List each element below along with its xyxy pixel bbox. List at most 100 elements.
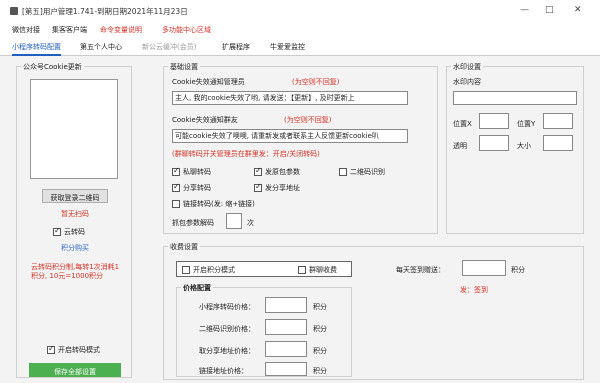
maximize-button[interactable]: □ [545,5,554,15]
cookie-friend-input[interactable]: 可能cookie失效了噢噢, 请重新发或者联系主人反馈更新cookie叭 [172,129,408,143]
watermark-group-label: 水印设置 [451,62,483,72]
tab-monitor[interactable]: 牛爱爱监控 [270,42,305,52]
sign-hint: 发：签到 [460,286,488,294]
cookie-group-label: 公众号Cookie更新 [21,62,84,72]
enable-mode-label: 开启转码模式 [58,346,100,354]
fee-group-label: 收费设置 [168,242,200,252]
daily-sign-unit: 积分 [511,266,525,274]
checkbox-icon [47,344,55,354]
cookie-update-group: 公众号Cookie更新 获取登录二维码 暂无扫码 云转码 积分购买 云转码积分制… [16,62,132,378]
group-switch-note: (群聊转码开关管理员在群里发：开启/关闭转码) [172,150,320,158]
scan-status: 暂无扫码 [61,210,89,218]
price-input-mini[interactable] [265,297,307,313]
decode-count-input[interactable] [226,213,242,229]
pos-y-input[interactable] [543,113,573,129]
menu-bar: 微信对接 集客客户端 命令变量说明 多功能中心区域 [0,22,600,38]
pos-y-label: 位置Y [517,120,536,128]
private-convert-checkbox[interactable]: 私聊转码 [172,166,211,177]
send-share-address-label: 发分享地址 [265,184,300,192]
group-fee-checkbox[interactable]: 群聊收费 [298,265,337,275]
daily-sign-input[interactable] [462,260,506,276]
qr-code-area [30,79,118,179]
decode-label: 抓包参数解码 [172,219,214,227]
tab-mini-program[interactable]: 小程序转码配置 [12,42,61,56]
menu-item-client[interactable]: 集客客户端 [52,25,87,35]
share-convert-checkbox[interactable]: 分享转码 [172,182,211,193]
send-share-address-checkbox[interactable]: 发分享地址 [254,182,300,193]
save-all-button[interactable]: 保存全部设置 [29,363,121,377]
private-convert-label: 私聊转码 [183,168,211,176]
price-config-label: 价格配置 [181,283,213,293]
cloud-convert-checkbox[interactable]: 云转码 [53,226,85,237]
checkbox-icon [53,226,61,236]
link-convert-label: 链接转码(发: 缩+链接) [183,200,255,208]
cookie-admin-input[interactable]: 主人, 我的cookie失效了哟, 请发送：【更新】, 及时更新上 [172,91,408,105]
decode-unit: 次 [247,219,254,227]
checkbox-icon [339,168,347,176]
cookie-friend-label: Cookie失效通知群友 [172,116,238,124]
price-unit-mini: 积分 [313,303,327,311]
window-title: [第五]用户管理1.741-到期日期2021年11月23日 [22,7,188,16]
checkbox-icon [254,166,262,176]
price-input-link[interactable] [265,362,307,376]
checkbox-icon [172,182,180,192]
qr-recognition-label: 二维码识别 [350,168,385,176]
menu-item-commands[interactable]: 命令变量说明 [100,25,142,35]
opacity-input[interactable] [479,135,509,151]
cookie-friend-hint: (为空则不回复) [284,116,332,124]
points-buy-link[interactable]: 积分购买 [61,243,89,253]
tab-bar: 小程序转码配置 第五个人中心 新公云缓冲(会员) 扩展程序 牛爱爱监控 [0,38,600,56]
title-bar: [第五]用户管理1.741-到期日期2021年11月23日 — □ ✕ [0,0,600,22]
watermark-content-input[interactable] [453,91,577,105]
tab-cloud-buffer[interactable]: 新公云缓冲(会员) [142,42,196,52]
send-params-label: 发原包参数 [265,168,300,176]
watermark-content-label: 水印内容 [453,78,481,86]
send-params-checkbox[interactable]: 发原包参数 [254,166,300,177]
opacity-label: 透明 [453,142,467,150]
price-label-share: 取分享地址价格： [199,347,255,355]
points-mode-checkbox[interactable]: 开启积分模式 [182,265,235,275]
price-label-mini: 小程序转码价格： [199,303,255,311]
cloud-convert-label: 云转码 [64,228,85,236]
get-qr-button[interactable]: 获取登录二维码 [42,189,108,203]
watermark-group: 水印设置 水印内容 位置X 位置Y 透明 大小 [446,62,584,234]
daily-sign-label: 每天签到赠送： [396,266,445,274]
points-mode-label: 开启积分模式 [193,266,235,274]
link-convert-checkbox[interactable]: 链接转码(发: 缩+链接) [172,199,255,209]
price-unit-qr: 积分 [313,325,327,333]
checkbox-icon [182,266,190,274]
pos-x-label: 位置X [453,120,472,128]
checkbox-icon [172,166,180,176]
size-input[interactable] [543,135,573,151]
tab-extensions[interactable]: 扩展程序 [222,42,250,52]
cookie-admin-hint: (为空则不回复) [292,78,340,86]
app-window: [第五]用户管理1.741-到期日期2021年11月23日 — □ ✕ 微信对接… [0,0,600,383]
close-button[interactable]: ✕ [574,5,582,15]
price-unit-share: 积分 [313,347,327,355]
tab-personal-center[interactable]: 第五个人中心 [80,42,122,52]
fee-settings-group: 收费设置 开启积分模式 群聊收费 每天签到赠送： 积分 发：签到 价格配置 小程… [163,242,584,380]
checkbox-icon [254,182,262,192]
menu-item-multifunction[interactable]: 多功能中心区域 [162,25,211,35]
menu-item-wechat[interactable]: 微信对接 [12,25,40,35]
price-label-qr: 二维码识别价格： [199,325,255,333]
minimize-button[interactable]: — [520,5,529,15]
qr-recognition-checkbox[interactable]: 二维码识别 [339,167,385,177]
price-input-qr[interactable] [265,319,307,335]
price-config-group: 价格配置 小程序转码价格： 积分 二维码识别价格： 积分 取分享地址价格： 积分… [176,283,352,377]
size-label: 大小 [517,142,531,150]
app-icon [10,7,18,15]
price-unit-link: 积分 [313,367,327,375]
basic-settings-group: 基础设置 Cookie失效通知管理员 (为空则不回复) 主人, 我的cookie… [163,62,438,234]
enable-convert-mode-checkbox[interactable]: 开启转码模式 [47,344,100,355]
basic-group-label: 基础设置 [168,62,200,72]
price-input-share[interactable] [265,341,307,357]
share-convert-label: 分享转码 [183,184,211,192]
pos-x-input[interactable] [479,113,509,129]
checkbox-icon [172,200,180,208]
group-fee-label: 群聊收费 [309,266,337,274]
price-label-link: 链接地址价格： [199,367,248,375]
cookie-admin-label: Cookie失效通知管理员 [172,78,245,86]
checkbox-icon [298,266,306,274]
cloud-convert-note: 云转码积分制,每转1次消耗1积分, 10元=1000积分 [31,263,120,280]
